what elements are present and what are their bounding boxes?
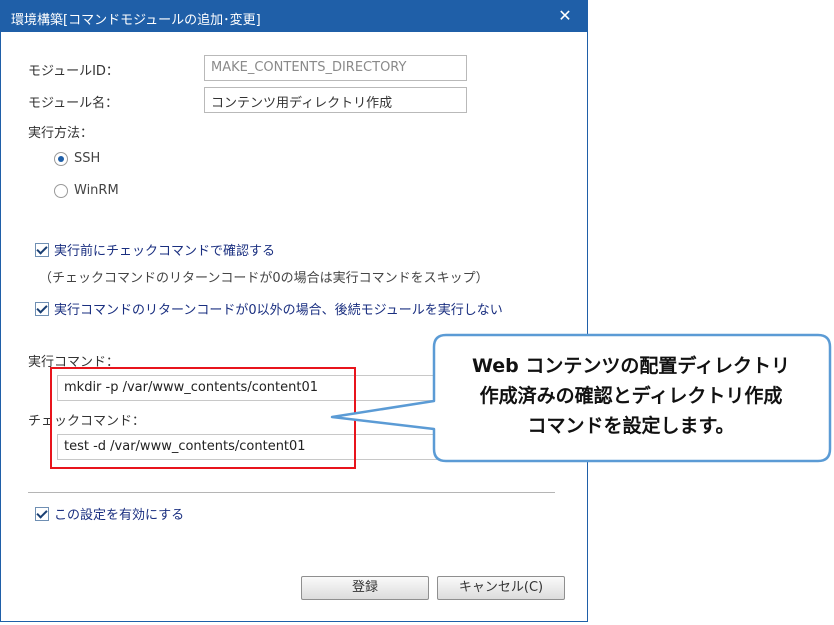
enable-label: この設定を有効にする [54,508,185,523]
enable-checkbox-row[interactable]: この設定を有効にする [35,504,184,523]
module-id-field[interactable]: MAKE_CONTENTS_DIRECTORY [204,55,467,81]
close-icon[interactable]: ✕ [555,5,575,27]
module-name-field[interactable]: コンテンツ用ディレクトリ作成 [204,87,467,113]
dialog-titlebar: 環境構築[コマンドモジュールの追加･変更] ✕ [1,1,587,32]
no-continue-label: 実行コマンドのリターンコードが0以外の場合、後続モジュールを実行しない [54,303,503,318]
pre-check-checkbox[interactable] [35,242,49,257]
radio-winrm[interactable]: WinRM [54,183,119,198]
pre-check-checkbox-row[interactable]: 実行前にチェックコマンドで確認する [35,240,275,259]
dialog-window: 環境構築[コマンドモジュールの追加･変更] ✕ モジュールID： MAKE_CO… [0,0,588,622]
callout-line-2: 作成済みの確認とディレクトリ作成 [479,385,783,407]
pre-check-note: （チェックコマンドのリターンコードが0の場合は実行コマンドをスキップ） [39,271,489,286]
cancel-button[interactable]: キャンセル(C) [437,576,565,600]
radio-winrm-label: WinRM [74,183,119,198]
register-button[interactable]: 登録 [301,576,429,600]
callout-line-1: Web コンテンツの配置ディレクトリ [471,355,791,377]
exec-method-label: 実行方法： [28,126,94,141]
callout-text: Web コンテンツの配置ディレクトリ 作成済みの確認とディレクトリ作成 コマンド… [432,351,830,441]
module-id-label: モジュールID： [28,64,119,79]
no-continue-checkbox-row[interactable]: 実行コマンドのリターンコードが0以外の場合、後続モジュールを実行しない [35,299,503,318]
radio-winrm-indicator[interactable] [54,183,68,198]
separator [28,492,555,493]
radio-ssh-label: SSH [74,151,101,166]
highlight-box [50,367,356,469]
dialog-title: 環境構築[コマンドモジュールの追加･変更] [11,13,261,28]
pre-check-label: 実行前にチェックコマンドで確認する [54,244,276,259]
no-continue-checkbox[interactable] [35,301,49,316]
enable-checkbox[interactable] [35,506,49,521]
radio-ssh-indicator[interactable] [54,151,68,166]
radio-ssh[interactable]: SSH [54,151,100,166]
callout-line-3: コマンドを設定します。 [527,415,735,437]
module-name-label: モジュール名： [28,96,119,111]
